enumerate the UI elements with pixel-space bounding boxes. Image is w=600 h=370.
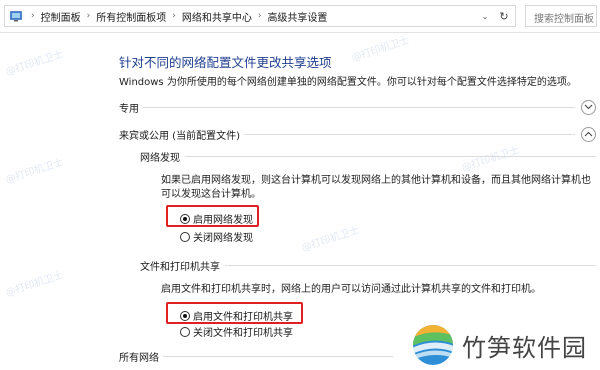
divider bbox=[163, 355, 393, 357]
network-discovery-text-line-2: 可以发现这台计算机。 bbox=[161, 189, 261, 200]
address-bar: › 控制面板 › 所有控制面板项 › 网络和共享中心 › 高级共享设置 ⌄ ↻ … bbox=[0, 0, 600, 33]
subsection-label: 网络发现 bbox=[140, 152, 180, 164]
chevron-down-icon[interactable]: ⌄ bbox=[477, 6, 493, 26]
subsection-file-printer-sharing: 文件和打印机共享 bbox=[140, 258, 596, 273]
search-input[interactable]: 搜索控制面板 bbox=[525, 5, 597, 27]
watermark: @打印机卫士 bbox=[300, 224, 361, 254]
chevron-down-icon bbox=[584, 104, 593, 110]
file-printer-sharing-text: 启用文件和打印机共享时，网络上的用户可以访问通过此计算机共享的文件和打印机。 bbox=[161, 284, 541, 295]
radio-disable-network-discovery[interactable]: 关闭网络发现 bbox=[180, 229, 253, 244]
breadcrumb-separator: › bbox=[172, 11, 176, 21]
breadcrumb-item-control-panel[interactable]: 控制面板 bbox=[41, 9, 81, 24]
breadcrumb-separator: › bbox=[257, 11, 262, 21]
breadcrumb[interactable]: › 控制面板 › 所有控制面板项 › 网络和共享中心 › 高级共享设置 ⌄ ↻ bbox=[4, 5, 516, 27]
watermark: @打印机卫士 bbox=[4, 156, 65, 186]
refresh-icon[interactable]: ↻ bbox=[496, 6, 512, 26]
section-all-networks[interactable]: 所有网络 bbox=[119, 348, 399, 364]
section-label: 专用 bbox=[119, 103, 139, 115]
logo-text: 竹笋软件园 bbox=[462, 333, 587, 362]
collapse-button[interactable] bbox=[581, 126, 596, 142]
expand-button[interactable] bbox=[581, 99, 596, 115]
network-discovery-text-line-1: 如果已启用网络发现，则这台计算机可以发现网络上的其他计算机和设备，而且其他网络计… bbox=[161, 175, 591, 186]
divider bbox=[243, 133, 575, 135]
radio-label: 关闭网络发现 bbox=[193, 233, 253, 244]
subsection-label: 文件和打印机共享 bbox=[140, 261, 220, 273]
watermark: @打印机卫士 bbox=[4, 269, 65, 299]
radio-label: 关闭文件和打印机共享 bbox=[193, 328, 293, 339]
section-label: 来宾或公用 (当前配置文件) bbox=[119, 130, 240, 142]
control-panel-icon bbox=[10, 10, 22, 22]
breadcrumb-item-advanced-sharing[interactable]: 高级共享设置 bbox=[267, 9, 327, 24]
radio-button-checked[interactable] bbox=[180, 310, 190, 321]
subsection-network-discovery: 网络发现 bbox=[140, 149, 596, 164]
chevron-up-icon bbox=[584, 131, 593, 137]
watermark: @打印机卫士 bbox=[4, 48, 65, 78]
section-label: 所有网络 bbox=[119, 352, 159, 364]
divider bbox=[185, 155, 596, 157]
radio-button[interactable] bbox=[180, 231, 190, 242]
breadcrumb-item-all-items[interactable]: 所有控制面板项 bbox=[96, 9, 166, 24]
section-guest-public[interactable]: 来宾或公用 (当前配置文件) bbox=[119, 126, 596, 142]
divider bbox=[143, 106, 575, 108]
radio-disable-file-printer-sharing[interactable]: 关闭文件和打印机共享 bbox=[180, 324, 293, 339]
radio-enable-file-printer-sharing[interactable]: 启用文件和打印机共享 bbox=[180, 308, 293, 323]
radio-label: 启用文件和打印机共享 bbox=[193, 312, 293, 323]
divider bbox=[225, 264, 596, 266]
radio-label: 启用网络发现 bbox=[193, 215, 253, 226]
breadcrumb-separator: › bbox=[31, 11, 35, 21]
page-title: 针对不同的网络配置文件更改共享选项 bbox=[119, 55, 332, 70]
site-logo: 竹笋软件园 bbox=[412, 322, 598, 368]
radio-enable-network-discovery[interactable]: 启用网络发现 bbox=[180, 211, 253, 226]
section-private[interactable]: 专用 bbox=[119, 99, 596, 115]
radio-button[interactable] bbox=[180, 326, 190, 337]
breadcrumb-item-network-center[interactable]: 网络和共享中心 bbox=[182, 9, 252, 24]
breadcrumb-separator: › bbox=[86, 11, 91, 21]
page-description: Windows 为你所使用的每个网络创建单独的网络配置文件。你可以针对每个配置文… bbox=[119, 77, 577, 88]
radio-button-checked[interactable] bbox=[180, 213, 190, 224]
logo-icon bbox=[412, 324, 454, 366]
watermark: @打印机卫士 bbox=[350, 34, 411, 64]
